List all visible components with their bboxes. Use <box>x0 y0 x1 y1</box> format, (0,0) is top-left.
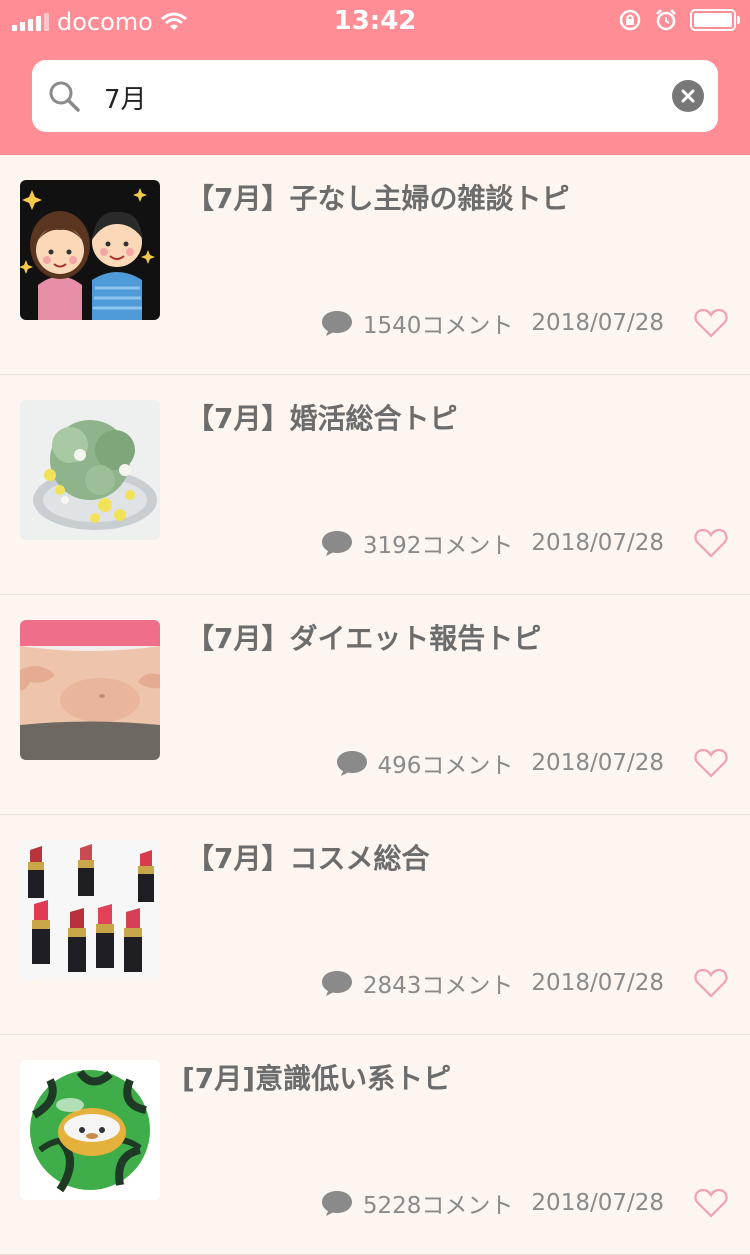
post-date: 2018/07/28 <box>531 530 664 556</box>
heart-icon[interactable] <box>694 748 728 778</box>
topic-title[interactable]: 【7月】ダイエット報告トピ <box>186 617 726 657</box>
topic-meta: 1540コメント 2018/07/28 <box>321 307 728 339</box>
topic-title[interactable]: 【7月】子なし主婦の雑談トピ <box>186 177 726 217</box>
topic-title[interactable]: 【7月】コスメ総合 <box>186 837 726 877</box>
topic-list-item[interactable]: 【7月】コスメ総合 2843コメント 2018/07/28 <box>0 815 750 1035</box>
topic-title[interactable]: 【7月】婚活総合トピ <box>186 397 726 437</box>
topic-meta: 496コメント 2018/07/28 <box>336 747 728 779</box>
topic-meta: 3192コメント 2018/07/28 <box>321 527 728 559</box>
status-bar: docomo 13:42 <box>0 0 750 40</box>
heart-icon[interactable] <box>694 528 728 558</box>
topic-thumbnail-flowers <box>20 400 160 540</box>
topic-list: 【7月】子なし主婦の雑談トピ 1540コメント 2018/07/28 【7月】婚… <box>0 155 750 1255</box>
topic-list-item[interactable]: 【7月】ダイエット報告トピ 496コメント 2018/07/28 <box>0 595 750 815</box>
alarm-icon <box>656 9 676 31</box>
comment-icon <box>321 311 352 336</box>
topic-title[interactable]: [7月]意識低い系トピ <box>182 1057 722 1097</box>
search-icon <box>49 81 80 112</box>
comment-icon <box>321 531 352 556</box>
post-date: 2018/07/28 <box>531 970 664 996</box>
comment-count: 5228コメント <box>362 1193 514 1219</box>
topic-meta: 5228コメント 2018/07/28 <box>321 1187 728 1219</box>
comment-icon <box>336 751 367 776</box>
battery-icon <box>690 9 740 31</box>
topic-thumbnail-couple <box>20 180 160 320</box>
heart-icon[interactable] <box>694 1188 728 1218</box>
post-date: 2018/07/28 <box>531 750 664 776</box>
topic-list-item[interactable]: 【7月】子なし主婦の雑談トピ 1540コメント 2018/07/28 <box>0 155 750 375</box>
topic-list-item[interactable]: 【7月】婚活総合トピ 3192コメント 2018/07/28 <box>0 375 750 595</box>
topic-thumbnail-belly <box>20 620 160 760</box>
topic-meta: 2843コメント 2018/07/28 <box>321 967 728 999</box>
search-input[interactable] <box>102 60 666 134</box>
heart-icon[interactable] <box>694 308 728 338</box>
post-date: 2018/07/28 <box>531 1190 664 1216</box>
topic-thumbnail-lipsticks <box>20 840 160 980</box>
comment-count: 1540コメント <box>362 313 514 339</box>
post-date: 2018/07/28 <box>531 310 664 336</box>
comment-icon <box>321 1191 352 1216</box>
comment-icon <box>321 971 352 996</box>
heart-icon[interactable] <box>694 968 728 998</box>
search-bar <box>32 60 718 134</box>
close-icon <box>681 89 695 103</box>
topic-thumbnail-ball <box>20 1060 160 1200</box>
app-header: docomo 13:42 <box>0 0 750 155</box>
comment-count: 3192コメント <box>362 533 514 559</box>
rotation-lock-icon <box>619 9 641 31</box>
topic-list-item[interactable]: [7月]意識低い系トピ 5228コメント 2018/07/28 <box>0 1035 750 1255</box>
comment-count: 2843コメント <box>362 973 514 999</box>
comment-count: 496コメント <box>377 753 514 779</box>
clear-search-button[interactable] <box>672 80 704 112</box>
